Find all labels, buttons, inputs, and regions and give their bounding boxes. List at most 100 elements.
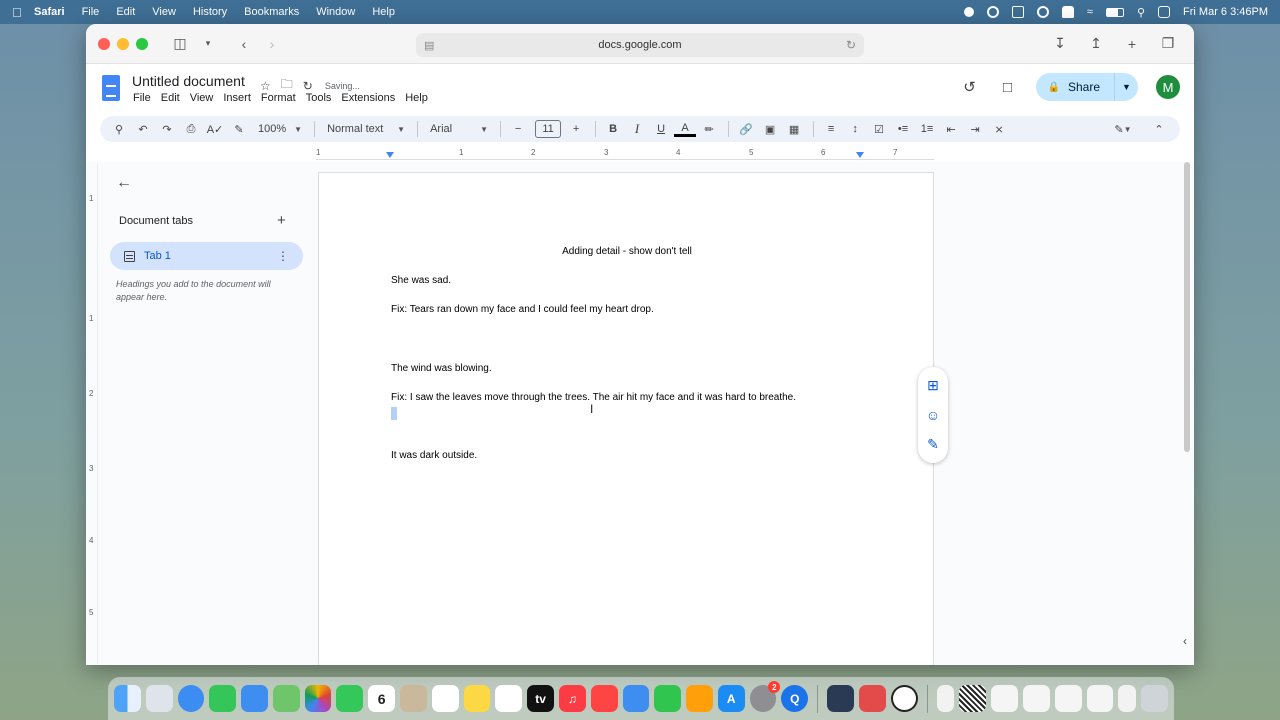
finder-icon[interactable] xyxy=(114,685,141,712)
record-icon[interactable] xyxy=(963,7,974,17)
increase-indent-icon[interactable]: ⇥ xyxy=(964,118,986,140)
suggest-edit-icon[interactable]: ✎ xyxy=(927,436,939,453)
tab-group-chevron-icon[interactable]: ▾ xyxy=(194,32,222,56)
decrease-font-size-icon[interactable]: − xyxy=(507,118,529,140)
menubar-item-bookmarks[interactable]: Bookmarks xyxy=(244,6,299,18)
menubar-item-file[interactable]: File xyxy=(82,6,100,18)
numbered-list-icon[interactable]: 1≡ xyxy=(916,118,938,140)
reminders-icon[interactable] xyxy=(431,685,459,712)
close-outline-arrow-icon[interactable]: ← xyxy=(116,174,132,192)
menubar-clock[interactable]: Fri Mar 6 3:46PM xyxy=(1183,6,1268,18)
document-line[interactable]: The wind was blowing. xyxy=(391,363,492,374)
align-left-icon[interactable]: ≡ xyxy=(820,118,842,140)
bold-icon[interactable]: B xyxy=(602,118,624,140)
menubar-app-name[interactable]: Safari xyxy=(34,6,65,18)
spellcheck-icon[interactable]: A✓ xyxy=(204,118,226,140)
chatgpt-icon[interactable] xyxy=(890,685,918,712)
chrome-icon[interactable] xyxy=(986,6,999,18)
left-indent-marker[interactable] xyxy=(386,152,394,158)
qr-code-file-icon[interactable] xyxy=(959,685,987,712)
document-file-icon[interactable] xyxy=(936,685,955,712)
google-docs-logo-icon[interactable] xyxy=(102,75,120,101)
mail-icon[interactable] xyxy=(241,685,268,712)
back-button[interactable]: ‹ xyxy=(230,32,258,56)
font-size-input[interactable]: 11 xyxy=(535,120,562,138)
comments-icon[interactable]: □ xyxy=(998,77,1018,97)
editing-mode-icon[interactable]: ✎ ▼ xyxy=(1112,118,1134,140)
document-heading[interactable]: Adding detail - show don't tell xyxy=(319,246,935,257)
safari-icon[interactable] xyxy=(177,685,205,712)
add-comment-float-icon[interactable]: ⊞ xyxy=(927,377,939,394)
more-options-icon[interactable]: ⋮ xyxy=(277,249,289,263)
pdf-app-icon[interactable] xyxy=(858,685,886,712)
downloads-icon[interactable]: ↧ xyxy=(1046,32,1074,56)
docs-menu-insert[interactable]: Insert xyxy=(223,92,251,104)
version-history-icon[interactable]: ↺ xyxy=(960,77,980,97)
docs-menu-extensions[interactable]: Extensions xyxy=(341,92,395,104)
checklist-icon[interactable]: ☑ xyxy=(868,118,890,140)
control-center-icon[interactable] xyxy=(1158,6,1171,18)
search-menus-icon[interactable]: ⚲ xyxy=(108,118,130,140)
new-tab-icon[interactable]: + xyxy=(1118,32,1146,56)
maps-icon[interactable] xyxy=(272,685,300,712)
menubar-item-edit[interactable]: Edit xyxy=(116,6,135,18)
quicktime-icon[interactable]: Q xyxy=(781,685,809,712)
menubar-item-help[interactable]: Help xyxy=(372,6,395,18)
apple-tv-icon[interactable]: tv xyxy=(527,685,554,712)
insert-link-icon[interactable]: 🔗 xyxy=(735,118,757,140)
pages-icon[interactable] xyxy=(686,685,713,712)
trash-icon[interactable] xyxy=(1141,685,1168,712)
docs-menu-format[interactable]: Format xyxy=(261,92,296,104)
screenshot-file-icon[interactable] xyxy=(1022,685,1050,712)
notes-icon[interactable] xyxy=(463,685,491,712)
document-line[interactable]: She was sad. xyxy=(391,275,451,286)
menubar-item-history[interactable]: History xyxy=(193,6,227,18)
numbers-icon[interactable] xyxy=(654,685,682,712)
add-comment-icon[interactable]: ▣ xyxy=(759,118,781,140)
horizontal-ruler[interactable]: 1 1 2 3 4 5 6 7 xyxy=(316,148,934,160)
document-line[interactable]: Fix: I saw the leaves move through the t… xyxy=(391,392,796,403)
insert-image-icon[interactable]: ▦ xyxy=(783,118,805,140)
menubar-item-window[interactable]: Window xyxy=(316,6,355,18)
address-bar[interactable]: ▤ docs.google.com ↻ xyxy=(416,33,864,57)
underline-icon[interactable]: U xyxy=(650,118,672,140)
hide-menus-chevron-up-icon[interactable]: ⌃ xyxy=(1148,118,1170,140)
app-store-icon[interactable]: A xyxy=(717,685,745,712)
docs-menu-file[interactable]: File xyxy=(133,92,151,104)
screenshot-file-icon[interactable] xyxy=(991,685,1018,712)
music-icon[interactable]: ♫ xyxy=(558,685,586,712)
text-color-icon[interactable]: A xyxy=(674,121,697,137)
paint-format-icon[interactable]: ✎ xyxy=(228,118,250,140)
news-icon[interactable] xyxy=(590,685,618,712)
font-select[interactable]: Arial ▼ xyxy=(424,123,494,135)
docs-menu-view[interactable]: View xyxy=(190,92,214,104)
share-button[interactable]: 🔒 Share ▼ xyxy=(1035,73,1138,101)
italic-icon[interactable]: I xyxy=(626,118,648,140)
document-line[interactable]: Fix: Tears ran down my face and I could … xyxy=(391,304,654,315)
facetime-icon[interactable] xyxy=(336,685,364,712)
keynote-icon[interactable] xyxy=(622,685,650,712)
bulleted-list-icon[interactable]: •≡ xyxy=(892,118,914,140)
wifi-icon[interactable]: ≈ xyxy=(1087,6,1093,18)
reload-icon[interactable]: ↻ xyxy=(846,38,856,52)
system-settings-icon[interactable]: 2 xyxy=(749,681,781,712)
zoom-select[interactable]: 100% ▼ xyxy=(252,123,308,135)
users-icon[interactable] xyxy=(1061,6,1074,18)
document-page[interactable]: Adding detail - show don't tell She was … xyxy=(318,172,934,665)
share-screen-icon[interactable] xyxy=(1011,6,1024,18)
redo-icon[interactable]: ↷ xyxy=(156,118,178,140)
contacts-icon[interactable] xyxy=(400,685,427,712)
menubar-item-view[interactable]: View xyxy=(152,6,176,18)
share-dropdown-chevron-icon[interactable]: ▼ xyxy=(1114,73,1138,101)
close-window-button[interactable] xyxy=(98,37,110,50)
messages-icon[interactable] xyxy=(209,685,237,712)
docs-menu-tools[interactable]: Tools xyxy=(306,92,332,104)
line-spacing-icon[interactable]: ↕ xyxy=(844,118,866,140)
paragraph-style-select[interactable]: Normal text ▼ xyxy=(321,123,411,135)
vertical-ruler[interactable]: 1 1 2 3 4 5 xyxy=(86,164,98,664)
photos-icon[interactable] xyxy=(304,685,332,712)
battery-icon[interactable] xyxy=(1105,7,1124,17)
undo-icon[interactable]: ↶ xyxy=(132,118,154,140)
screen-recorder-icon[interactable] xyxy=(827,685,854,712)
docs-menu-edit[interactable]: Edit xyxy=(161,92,180,104)
